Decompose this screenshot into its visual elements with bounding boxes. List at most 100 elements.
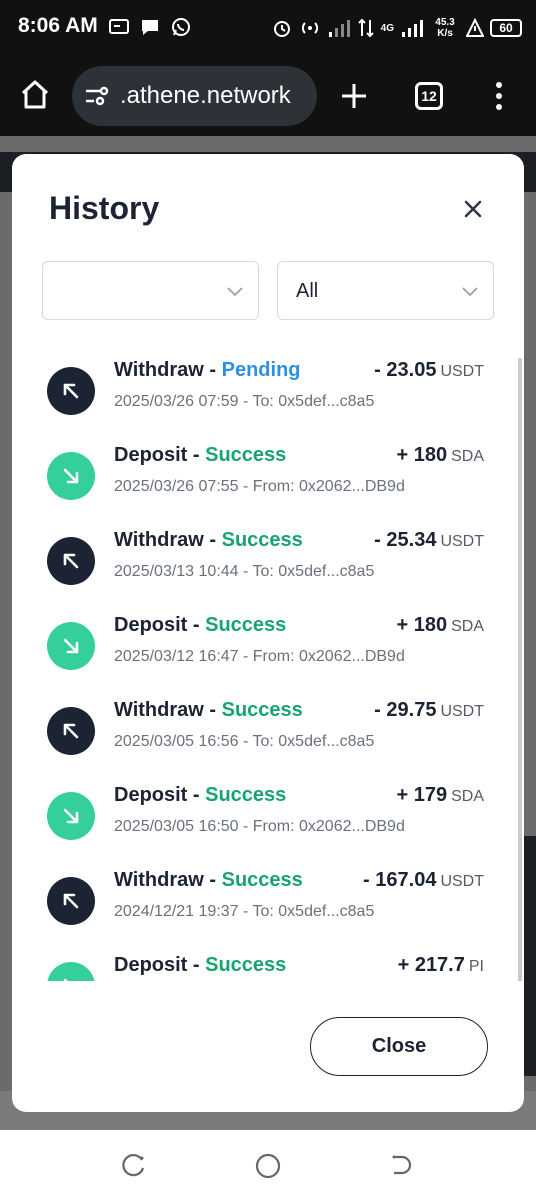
transaction-type: Deposit — [114, 614, 188, 636]
transaction-row[interactable]: Withdraw - Success - 25.34 USDT 2025/03/13 … — [12, 514, 512, 599]
deposit-arrow-icon — [47, 792, 95, 840]
transaction-detail: 2025/03/05 16:56 - To: 0x5def...c8a5 — [114, 733, 375, 750]
amount-value: + 180 — [396, 444, 448, 466]
transaction-row[interactable]: Deposit - Success + 180 SDA 2025/03/12 16:4… — [12, 599, 512, 684]
system-nav-bar — [0, 1130, 536, 1200]
transaction-row[interactable]: Deposit - Success + 217.7 PI — [12, 939, 512, 981]
transaction-amount: - 25.34 USDT — [374, 529, 484, 552]
transaction-amount: + 217.7 PI — [398, 954, 484, 977]
signal-icon — [328, 20, 350, 37]
amount-value: - 29.75 — [374, 699, 437, 721]
transaction-status: Success — [221, 529, 303, 551]
network-speed: 45.3 K/s — [435, 17, 455, 39]
status-filter-value: All — [296, 280, 319, 302]
chevron-down-icon — [227, 287, 243, 297]
whatsapp-icon — [172, 18, 190, 36]
back-icon[interactable] — [386, 1152, 414, 1180]
deposit-arrow-icon — [47, 622, 95, 670]
transaction-detail: 2025/03/13 10:44 - To: 0x5def...c8a5 — [114, 563, 375, 580]
transaction-amount: + 180 SDA — [396, 444, 484, 467]
separator: - — [203, 869, 222, 891]
separator: - — [203, 529, 222, 551]
more-menu-icon[interactable] — [494, 80, 504, 112]
transaction-row[interactable]: Deposit - Success + 180 SDA 2025/03/26 07:5… — [12, 429, 512, 514]
amount-unit: SDA — [451, 448, 484, 465]
type-filter-select[interactable] — [42, 261, 259, 320]
list-scrollbar[interactable] — [518, 358, 522, 981]
home-nav-icon[interactable] — [254, 1152, 282, 1180]
transaction-row[interactable]: Withdraw - Pending - 23.05 USDT 2025/03/26 … — [12, 344, 512, 429]
tab-switcher-button[interactable]: 12 — [415, 82, 443, 110]
chevron-down-icon — [462, 287, 478, 297]
withdraw-arrow-icon — [47, 537, 95, 585]
home-icon[interactable] — [20, 78, 50, 110]
transaction-list[interactable]: Withdraw - Pending - 23.05 USDT 2025/03/26 … — [12, 344, 524, 981]
modal-title: History — [49, 190, 160, 226]
transaction-status: Success — [221, 699, 303, 721]
alarm-icon — [273, 21, 290, 37]
transaction-row[interactable]: Withdraw - Success - 29.75 USDT 2025/03/05 … — [12, 684, 512, 769]
deposit-arrow-icon — [47, 962, 95, 981]
transaction-type: Withdraw — [114, 529, 204, 551]
amount-value: - 25.34 — [374, 529, 437, 551]
transaction-type: Deposit — [114, 784, 188, 806]
transaction-detail: 2025/03/05 16:50 - From: 0x2062...DB9d — [114, 818, 405, 835]
transaction-status: Success — [205, 614, 287, 636]
status-icons: 4G 45.3 K/s 60 — [271, 12, 522, 44]
separator: - — [203, 359, 222, 381]
amount-value: - 23.05 — [374, 359, 437, 381]
transaction-title: Deposit - Success — [114, 954, 286, 977]
hotspot-icon — [301, 22, 318, 34]
transaction-status: Success — [205, 784, 287, 806]
signal-4g-icon — [402, 20, 423, 37]
separator: - — [203, 699, 222, 721]
transaction-status: Pending — [221, 359, 301, 381]
screen-icon — [109, 19, 129, 34]
url-bar[interactable]: .athene.network — [72, 66, 317, 126]
transaction-row[interactable]: Deposit - Success + 179 SDA 2025/03/05 16:5… — [12, 769, 512, 854]
close-button[interactable]: Close — [310, 1017, 488, 1076]
amount-unit: USDT — [440, 703, 484, 720]
url-text: .athene.network — [120, 82, 291, 109]
amount-value: + 217.7 — [397, 954, 465, 976]
amount-value: - 167.04 — [363, 869, 437, 891]
browser-toolbar: .athene.network 12 — [0, 56, 536, 136]
separator: - — [187, 954, 206, 976]
status-time: 8:06 AM — [18, 14, 98, 37]
transaction-amount: + 180 SDA — [396, 614, 484, 637]
recent-apps-icon[interactable] — [120, 1152, 148, 1180]
new-tab-icon[interactable] — [340, 82, 368, 110]
transaction-title: Withdraw - Pending — [114, 359, 301, 382]
close-icon[interactable] — [458, 194, 488, 224]
transaction-amount: - 167.04 USDT — [363, 869, 484, 892]
transaction-detail: 2025/03/12 16:47 - From: 0x2062...DB9d — [114, 648, 405, 665]
withdraw-arrow-icon — [47, 367, 95, 415]
deposit-arrow-icon — [47, 452, 95, 500]
transaction-type: Deposit — [114, 444, 188, 466]
transaction-detail: 2025/03/26 07:55 - From: 0x2062...DB9d — [114, 478, 405, 495]
separator: - — [187, 444, 206, 466]
history-modal: History All Withdraw - Pending - 23.05 USD… — [12, 154, 524, 1112]
transaction-title: Deposit - Success — [114, 444, 286, 467]
amount-unit: SDA — [451, 618, 484, 635]
separator: - — [187, 614, 206, 636]
transaction-amount: - 23.05 USDT — [374, 359, 484, 382]
transaction-title: Deposit - Success — [114, 614, 286, 637]
transaction-row[interactable]: Withdraw - Success - 167.04 USDT 2024/12/21… — [12, 854, 512, 939]
amount-unit: USDT — [440, 363, 484, 380]
transaction-type: Withdraw — [114, 359, 204, 381]
transaction-type: Withdraw — [114, 699, 204, 721]
data-arrows-icon — [357, 18, 374, 38]
status-filter-select[interactable]: All — [277, 261, 494, 320]
status-bar: 8:06 AM 4G 45.3 K/s 60 — [0, 0, 536, 56]
chat-bubble-icon — [142, 20, 158, 35]
transaction-title: Withdraw - Success — [114, 529, 303, 552]
transaction-title: Withdraw - Success — [114, 699, 303, 722]
transaction-amount: + 179 SDA — [396, 784, 484, 807]
transaction-detail: 2024/12/21 19:37 - To: 0x5def...c8a5 — [114, 903, 375, 920]
withdraw-arrow-icon — [47, 877, 95, 925]
site-settings-icon[interactable] — [84, 84, 110, 108]
transaction-amount: - 29.75 USDT — [374, 699, 484, 722]
network-type: 4G — [380, 22, 394, 34]
transaction-status: Success — [205, 444, 287, 466]
